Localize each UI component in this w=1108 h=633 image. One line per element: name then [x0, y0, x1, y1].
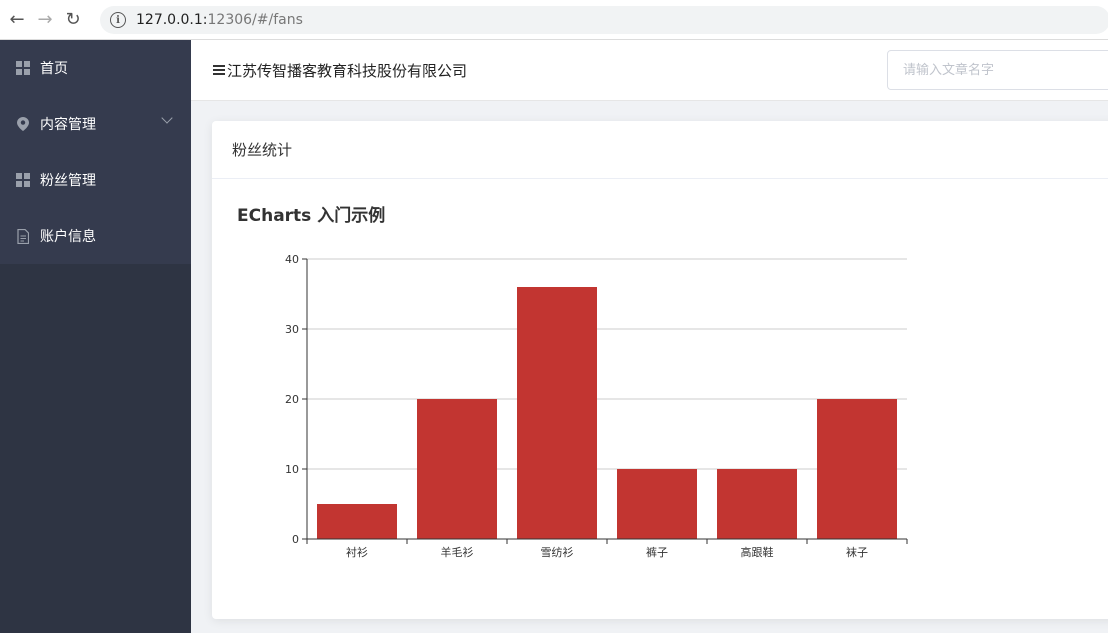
card-title: 粉丝统计: [212, 121, 1108, 179]
sidebar-item-label: 账户信息: [40, 229, 96, 245]
info-icon[interactable]: i: [110, 12, 126, 28]
sidebar-menu: 首页 内容管理 粉丝管理 账户信息: [0, 40, 191, 264]
browser-toolbar: ← → ↻ i 127.0.0.1: 12306/#/fans: [0, 0, 1108, 40]
bar-chart: 0 10 20 30 40 衬衫 羊毛衫 雪纺衫 裤子 高跟鞋 袜子: [285, 253, 908, 559]
sidebar: 首页 内容管理 粉丝管理 账户信息: [0, 40, 191, 633]
grid-icon: [16, 173, 30, 187]
y-tick-label: 30: [285, 323, 299, 336]
chart-bar: [817, 399, 897, 539]
y-tick-label: 40: [285, 253, 299, 266]
company-name: 江苏传智播客教育科技股份有限公司: [227, 61, 468, 80]
location-icon: [16, 117, 30, 131]
menu-toggle-icon[interactable]: [213, 65, 225, 75]
y-tick-label: 20: [285, 393, 299, 406]
back-arrow-icon[interactable]: ←: [6, 9, 28, 31]
sidebar-item-label: 内容管理: [40, 117, 96, 133]
fans-stat-card: 粉丝统计 ECharts 入门示例 0 10 20 30 40 衬衫 羊毛衫 雪纺衫 裤子 高跟鞋…: [212, 121, 1108, 619]
document-icon: [16, 228, 30, 244]
chart-title: ECharts 入门示例: [237, 206, 386, 226]
x-tick-label: 袜子: [846, 545, 868, 559]
chart-bar: [317, 504, 397, 539]
x-tick-label: 衬衫: [346, 546, 368, 559]
sidebar-item-fans[interactable]: 粉丝管理: [0, 152, 191, 208]
reload-icon[interactable]: ↻: [62, 9, 84, 31]
sidebar-item-label: 粉丝管理: [40, 173, 96, 189]
grid-icon: [16, 61, 30, 75]
y-tick-label: 0: [292, 533, 299, 546]
sidebar-item-account[interactable]: 账户信息: [0, 208, 191, 264]
search-input[interactable]: [887, 50, 1108, 90]
address-bar[interactable]: i 127.0.0.1: 12306/#/fans: [100, 6, 1108, 34]
sidebar-item-home[interactable]: 首页: [0, 40, 191, 96]
url-path: 12306/#/fans: [207, 12, 303, 28]
chart-bar: [517, 287, 597, 539]
forward-arrow-icon[interactable]: →: [34, 9, 56, 31]
chart-bar: [417, 399, 497, 539]
chart-bar: [717, 469, 797, 539]
x-tick-label: 高跟鞋: [741, 545, 774, 559]
url-host: 127.0.0.1:: [136, 12, 208, 28]
x-tick-label: 羊毛衫: [441, 545, 474, 559]
top-header: 江苏传智播客教育科技股份有限公司: [191, 40, 1108, 101]
x-tick-label: 雪纺衫: [541, 545, 574, 559]
y-tick-label: 10: [285, 463, 299, 476]
chevron-down-icon[interactable]: [161, 112, 173, 124]
sidebar-item-label: 首页: [40, 61, 68, 77]
sidebar-item-content[interactable]: 内容管理: [0, 96, 191, 152]
chart-bar: [617, 469, 697, 539]
x-tick-label: 裤子: [646, 545, 668, 559]
